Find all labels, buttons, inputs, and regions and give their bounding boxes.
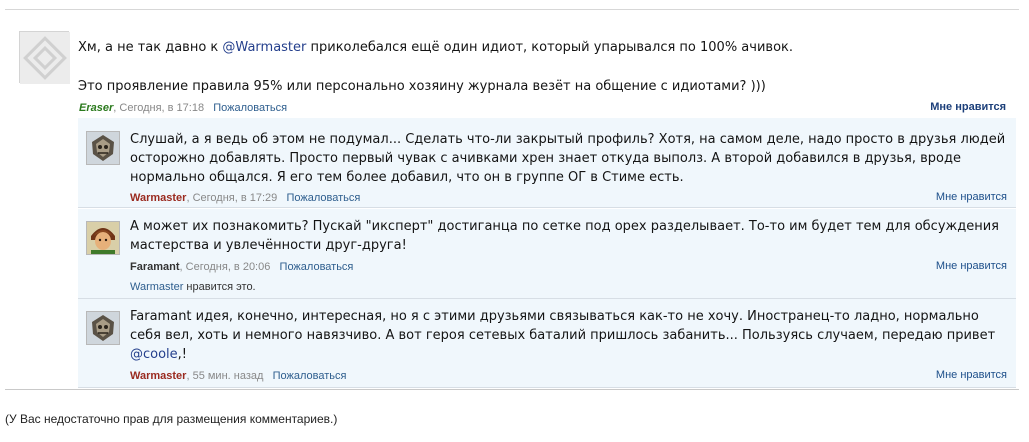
like-button[interactable]: Мне нравится: [936, 260, 1007, 272]
author-link[interactable]: Eraser: [79, 102, 113, 114]
liker-link[interactable]: Warmaster: [130, 281, 183, 293]
timestamp: Сегодня, в 20:06: [185, 261, 271, 273]
comment-text-line: себя вел, хоть и немного навязчиво. А во…: [130, 328, 996, 343]
comment-text-line: @coole,!: [130, 345, 187, 365]
comment-meta: Warmaster, 55 мин. назад Пожаловаться: [130, 370, 347, 382]
warmaster-avatar-icon[interactable]: [86, 311, 120, 345]
timestamp: 55 мин. назад: [192, 370, 264, 382]
report-link[interactable]: Пожаловаться: [286, 192, 360, 204]
author-link[interactable]: Faramant: [130, 261, 180, 273]
top-divider: [5, 9, 1019, 10]
timestamp: Сегодня, в 17:29: [192, 192, 278, 204]
text-segment: ,!: [177, 347, 188, 362]
report-link[interactable]: Пожаловаться: [273, 370, 347, 382]
comment-meta: Faramant, Сегодня, в 20:06 Пожаловаться: [130, 261, 354, 273]
like-button[interactable]: Мне нравится: [930, 101, 1006, 113]
comment-text-line: нормально общался. Я его тем более добав…: [130, 170, 684, 185]
likes-note: Warmaster нравится это.: [130, 281, 256, 293]
report-link[interactable]: Пожаловаться: [280, 261, 354, 273]
reply-warmaster-2: Faramant идея, конечно, интересная, но я…: [78, 299, 1016, 388]
user-mention-link[interactable]: @Warmaster: [222, 40, 306, 55]
comment-text-line: А может их познакомить? Пускай "иксперт"…: [130, 219, 999, 234]
author-link[interactable]: Warmaster: [130, 370, 186, 382]
comment-text-line: Faramant идея, конечно, интересная, но я…: [130, 309, 979, 324]
user-mention-link[interactable]: @coole: [130, 347, 178, 362]
comment-text-line: мастерства и увлечённости друг-друга!: [130, 238, 407, 253]
likes-note-text: нравится это.: [183, 281, 256, 293]
bottom-divider: [5, 389, 1019, 390]
reply-faramant: А может их познакомить? Пускай "иксперт"…: [78, 209, 1016, 299]
comment-text-line: осторожно добавлять. Просто первый чувак…: [130, 151, 961, 166]
comment-eraser: Хм, а не так давно к @Warmaster приколеб…: [16, 22, 1016, 117]
like-button[interactable]: Мне нравится: [936, 191, 1007, 203]
comment-meta: Eraser, Сегодня, в 17:18 Пожаловаться: [79, 102, 288, 114]
report-link[interactable]: Пожаловаться: [213, 102, 287, 114]
text-segment: Хм, а не так давно к: [78, 40, 223, 55]
no-permission-notice: (У Вас недостаточно прав для размещения …: [5, 412, 338, 426]
comment-text-line: Слушай, а я ведь об этом не подумал... С…: [130, 132, 1006, 147]
faramant-avatar-icon[interactable]: [86, 221, 120, 255]
timestamp: Сегодня, в 17:18: [119, 102, 205, 114]
like-button[interactable]: Мне нравится: [936, 369, 1007, 381]
comment-text-line: Это проявление правила 95% или персональ…: [78, 79, 766, 94]
comment-meta: Warmaster, Сегодня, в 17:29 Пожаловаться: [130, 192, 361, 204]
reply-warmaster-1: Слушай, а я ведь об этом не подумал... С…: [78, 118, 1016, 208]
default-avatar-icon[interactable]: [19, 31, 70, 84]
comment-text: Хм, а не так давно к @Warmaster приколеб…: [78, 38, 793, 58]
warmaster-avatar-icon[interactable]: [86, 131, 120, 165]
text-segment: приколебался ещё один идиот, который упа…: [306, 40, 794, 55]
author-link[interactable]: Warmaster: [130, 192, 186, 204]
